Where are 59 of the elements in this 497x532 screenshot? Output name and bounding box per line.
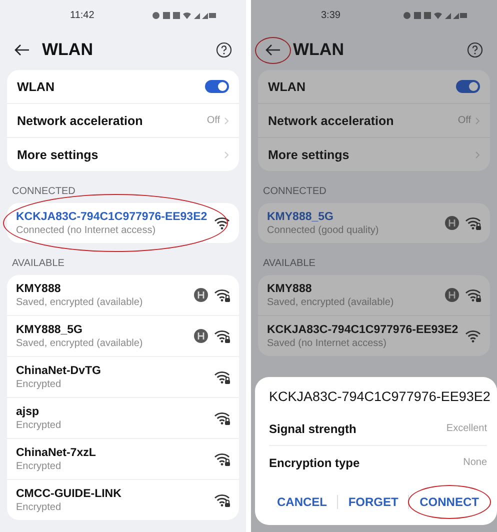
back-arrow-icon [14,44,30,56]
network-name: KCKJA83C-794C1C977976-EE93E2 [267,324,458,336]
connected-network-card[interactable]: KMY888_5G Connected (good quality) [258,203,490,243]
setting-label: More settings [17,148,98,162]
network-name: KMY888_5G [16,324,84,336]
network-name: ajsp [16,406,40,418]
network-name: KCKJA83C-794C1C977976-EE93E2 [16,210,208,222]
setting-label: Network acceleration [17,114,143,128]
chevron-right-icon [475,150,480,158]
setting-value: Off [206,115,220,126]
setting-label: Network acceleration [268,114,394,128]
chevron-right-icon [475,116,480,124]
network-name: CMCC-GUIDE-LINK [16,488,122,500]
network-status: Saved, encrypted (available) [267,296,394,308]
status-icons-drawing [403,10,467,20]
section-header: AVAILABLE [263,257,316,271]
status-time: 3:39 [321,10,340,20]
network-name: ChinaNet-DvTG [16,364,101,376]
network-status: Encrypted [16,460,62,472]
dialog-button[interactable]: CANCEL [269,485,335,519]
network-status: Saved, encrypted (available) [16,296,143,308]
dialog-button[interactable]: FORGET [340,485,406,519]
page-title: WLAN [42,40,94,60]
dialog-button[interactable]: CONNECT [412,485,487,519]
chevron-right-icon [224,150,229,158]
detail-label: Encryption type [269,456,360,470]
setting-value: Off [458,115,471,126]
section-header: CONNECTED [263,185,328,199]
network-name: KMY888_5G [267,210,334,222]
toggle-switch[interactable] [456,80,480,93]
network-status: Encrypted [16,502,62,512]
chevron-right-icon [224,116,229,124]
section-header: AVAILABLE [12,257,66,271]
network-status: Encrypted [16,420,62,430]
network-status: Encrypted [16,378,62,390]
section-header: CONNECTED [12,185,76,199]
help-button[interactable] [467,42,483,58]
setting-label: More settings [268,148,350,162]
back-arrow-icon [265,44,281,56]
network-status: Connected (good quality) [267,224,379,236]
status-time: 11:42 [70,10,94,20]
network-name: ChinaNet-7xzL [16,446,96,458]
help-icon [216,42,232,58]
network-status: Saved (no Internet access) [267,338,388,348]
connected-network-card[interactable]: KCKJA83C-794C1C977976-EE93E2 Connected (no Internet access) [7,203,239,243]
help-button[interactable] [216,42,232,58]
status-icons-drawing [152,10,216,20]
detail-value: None [463,457,487,468]
help-icon [467,42,483,58]
detail-value: Excellent [446,423,487,434]
network-name: KMY888 [267,282,313,294]
toggle-switch[interactable] [205,80,229,93]
page-title: WLAN [293,40,345,60]
network-status: Connected (no Internet access) [16,224,157,236]
network-status: Saved, encrypted (available) [16,338,143,348]
setting-label: WLAN [17,80,54,94]
setting-label: WLAN [268,80,306,94]
detail-label: Signal strength [269,422,356,436]
network-name: KMY888 [16,282,62,294]
